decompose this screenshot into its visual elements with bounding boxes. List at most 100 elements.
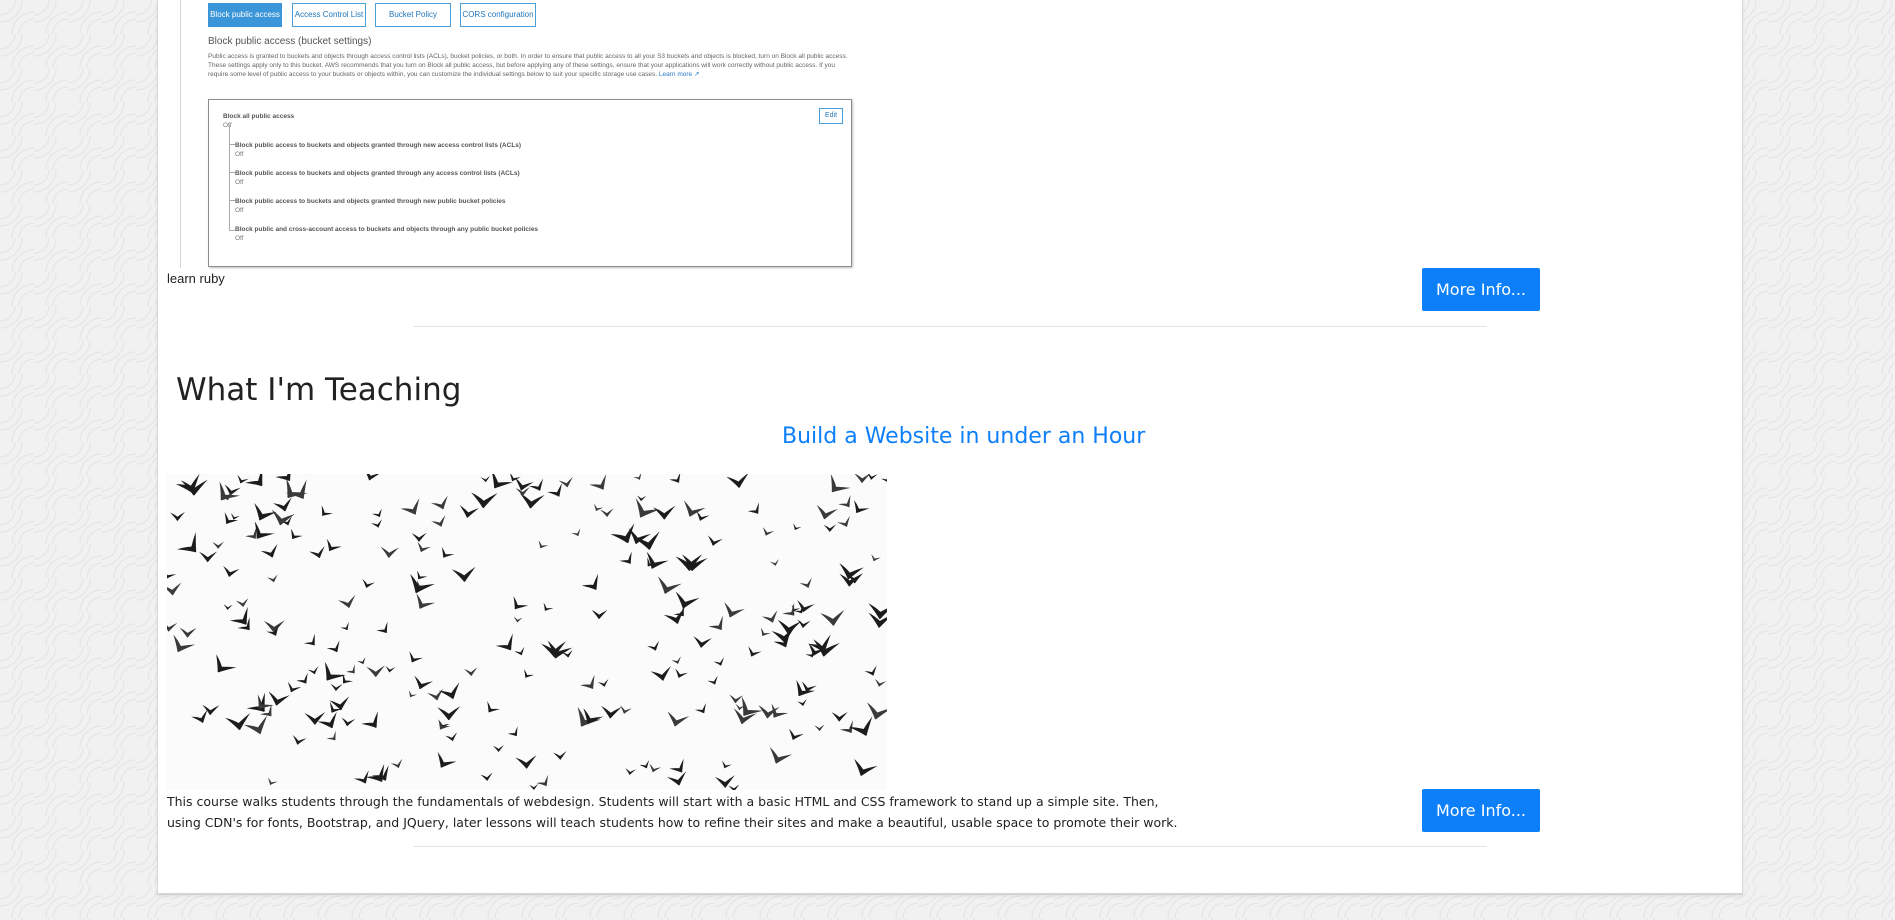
bird-silhouette — [417, 541, 431, 552]
tab-block-public-access: Block public access — [208, 3, 282, 27]
bird-silhouette — [337, 594, 356, 608]
tab-cors-configuration: CORS configuration — [460, 3, 536, 27]
bird-silhouette — [831, 712, 848, 722]
bird-silhouette — [707, 675, 718, 685]
bird-silhouette — [650, 665, 671, 681]
bird-silhouette — [170, 511, 185, 521]
flock-of-birds-illustration — [167, 474, 887, 790]
bird-silhouette — [296, 672, 308, 684]
bird-silhouette — [260, 544, 278, 558]
settings-box: Edit Block all public access Off Block p… — [208, 99, 852, 267]
bird-silhouette — [263, 620, 285, 633]
bird-silhouette — [788, 728, 804, 740]
bird-silhouette — [230, 513, 240, 520]
birds-image — [167, 474, 887, 790]
bird-silhouette — [747, 502, 759, 514]
bird-silhouette — [707, 535, 723, 546]
bird-silhouette — [287, 681, 302, 693]
bird-silhouette — [597, 679, 609, 687]
bird-silhouette — [376, 621, 388, 634]
bird-silhouette — [639, 760, 650, 769]
bird-silhouette — [854, 499, 870, 514]
bird-silhouette — [593, 503, 604, 511]
bird-silhouette — [267, 574, 278, 583]
bird-silhouette — [538, 540, 549, 549]
bird-silhouette — [724, 602, 745, 618]
bird-silhouette — [601, 705, 622, 719]
bird-silhouette — [580, 674, 595, 689]
bird-silhouette — [633, 474, 642, 480]
bird-silhouette — [223, 604, 233, 610]
tab-access-control-list: Access Control List — [292, 3, 366, 27]
bird-silhouette — [380, 546, 399, 558]
bird-silhouette — [224, 512, 239, 524]
bird-silhouette — [324, 661, 346, 681]
bird-silhouette — [445, 732, 458, 742]
bird-silhouette — [536, 774, 549, 787]
bird-silhouette — [669, 474, 681, 483]
bird-silhouette — [495, 633, 513, 651]
bird-silhouette — [515, 755, 537, 769]
bird-silhouette — [216, 654, 237, 673]
bird-silhouette — [708, 615, 723, 630]
bird-silhouette — [797, 699, 807, 706]
bird-silhouette — [871, 554, 881, 562]
bird-silhouette — [326, 538, 342, 552]
bird-silhouette — [167, 622, 178, 632]
bird-silhouette — [547, 483, 562, 497]
bird-silhouette — [758, 705, 780, 719]
bird-silhouette — [353, 770, 369, 784]
bird-silhouette — [777, 619, 802, 635]
item-caption: learn ruby — [167, 271, 225, 286]
bird-silhouette — [366, 665, 385, 677]
bird-silhouette — [409, 651, 423, 663]
bird-silhouette — [487, 701, 501, 713]
bird-silhouette — [761, 610, 778, 623]
bird-silhouette — [480, 475, 491, 483]
bird-silhouette — [271, 509, 296, 526]
course-description: This course walks students through the f… — [167, 794, 1178, 830]
more-info-button[interactable]: More Info... — [1422, 789, 1540, 832]
bird-silhouette — [408, 690, 418, 698]
bird-silhouette — [199, 551, 218, 563]
bird-silhouette — [838, 495, 851, 508]
bird-silhouette — [340, 622, 349, 631]
bird-silhouette — [451, 566, 476, 582]
bird-silhouette — [793, 523, 802, 530]
content-panel: Block public access Access Control List … — [157, 0, 1743, 895]
bird-silhouette — [219, 481, 241, 501]
bird-silhouette — [814, 724, 825, 731]
sub-setting-title: Block public access to buckets and objec… — [235, 170, 520, 177]
bird-silhouette — [177, 532, 197, 553]
bird-silhouette — [441, 546, 455, 558]
more-info-button[interactable]: More Info... — [1422, 268, 1540, 311]
screenshot-heading: Block public access (bucket settings) — [208, 36, 372, 47]
course-title-link[interactable]: Build a Website in under an Hour — [782, 424, 1145, 449]
bird-silhouette — [309, 545, 325, 558]
bird-silhouette — [411, 532, 427, 542]
screenshot-paragraph: Public access is granted to buckets and … — [208, 52, 856, 79]
bird-silhouette — [167, 582, 182, 596]
bird-silhouette — [346, 664, 355, 674]
bird-silhouette — [235, 598, 249, 607]
bird-silhouette — [330, 683, 343, 691]
learn-more-link: Learn more — [658, 71, 693, 78]
bird-silhouette — [431, 495, 448, 510]
bird-silhouette — [854, 758, 878, 776]
bird-silhouette — [272, 497, 292, 512]
bird-silhouette — [361, 711, 378, 728]
bird-silhouette — [649, 763, 662, 773]
bird-silhouette — [625, 768, 636, 775]
divider — [413, 326, 1487, 327]
bird-silhouette — [254, 521, 275, 539]
bird-silhouette — [675, 668, 688, 678]
bird-silhouette — [769, 559, 779, 566]
bird-silhouette — [728, 784, 740, 790]
bird-silhouette — [663, 607, 685, 624]
bird-silhouette — [864, 665, 877, 676]
bird-silhouette — [267, 777, 278, 785]
external-link-icon: ↗ — [693, 71, 700, 78]
bird-silhouette — [437, 751, 457, 768]
bird-silhouette — [179, 627, 197, 638]
bird-silhouette — [463, 667, 478, 676]
